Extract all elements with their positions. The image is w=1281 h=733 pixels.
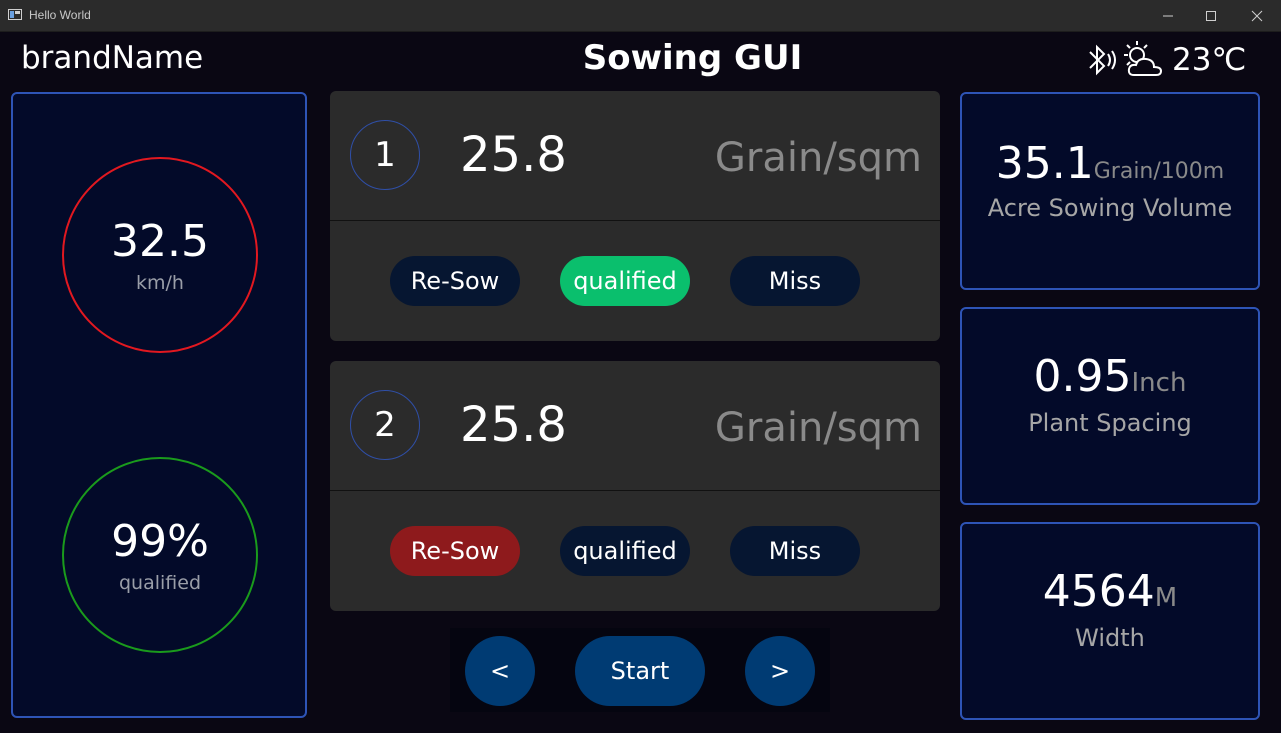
partly-cloudy-icon	[1124, 41, 1163, 76]
stat-card-plant-spacing: 0.95Inch Plant Spacing	[960, 307, 1260, 505]
close-icon	[1251, 10, 1263, 21]
card-divider	[330, 490, 940, 491]
start-button[interactable]: Start	[575, 636, 705, 706]
row-rate-value: 25.8	[460, 397, 567, 453]
status-area: 23℃	[1080, 38, 1246, 82]
stat-value: 35.1	[995, 138, 1094, 189]
brand-name: brandName	[21, 40, 204, 76]
sow-row-card-1: 1 25.8 Grain/sqm Re-Sow qualified Miss	[330, 91, 940, 341]
sow-row-card-2: 2 25.8 Grain/sqm Re-Sow qualified Miss	[330, 361, 940, 611]
qualified-button[interactable]: qualified	[560, 256, 690, 306]
left-gauge-panel: 32.5 km/h 99% qualified	[11, 92, 307, 718]
temperature-readout: 23℃	[1172, 42, 1247, 78]
quality-value: 99%	[111, 516, 209, 567]
minimize-icon	[1163, 15, 1173, 16]
next-button[interactable]: >	[745, 636, 815, 706]
stat-unit: Inch	[1131, 368, 1187, 398]
stat-unit: Grain/100m	[1093, 159, 1225, 184]
stat-value: 4564	[1042, 566, 1155, 617]
resow-button[interactable]: Re-Sow	[390, 526, 520, 576]
row-index-badge: 1	[350, 120, 420, 190]
stat-card-sowing-volume: 35.1Grain/100m Acre Sowing Volume	[960, 92, 1260, 290]
stat-label: Width	[1075, 624, 1145, 652]
row-rate-unit: Grain/sqm	[714, 405, 922, 451]
quality-gauge: 99% qualified	[62, 457, 258, 653]
quality-unit: qualified	[118, 572, 202, 594]
minimize-button[interactable]	[1145, 0, 1191, 31]
row-rate-unit: Grain/sqm	[714, 135, 922, 181]
card-divider	[330, 220, 940, 221]
speed-gauge: 32.5 km/h	[62, 157, 258, 353]
qualified-button[interactable]: qualified	[560, 526, 690, 576]
stat-unit: M	[1154, 583, 1178, 613]
speed-value: 32.5	[111, 216, 209, 267]
previous-button[interactable]: <	[465, 636, 535, 706]
window-title: Hello World	[29, 8, 91, 22]
stat-value: 0.95	[1033, 351, 1132, 402]
row-index-badge: 2	[350, 390, 420, 460]
app-title: Sowing GUI	[582, 38, 803, 78]
miss-button[interactable]: Miss	[730, 256, 860, 306]
resow-button[interactable]: Re-Sow	[390, 256, 520, 306]
stat-label: Plant Spacing	[1028, 409, 1192, 437]
close-button[interactable]	[1234, 0, 1280, 31]
stat-card-width: 4564M Width	[960, 522, 1260, 720]
miss-button[interactable]: Miss	[730, 526, 860, 576]
bluetooth-icon[interactable]	[1080, 40, 1120, 80]
stat-label: Acre Sowing Volume	[987, 194, 1233, 222]
maximize-button[interactable]	[1188, 0, 1234, 31]
app-icon	[8, 9, 22, 20]
window-titlebar: Hello World	[0, 0, 1281, 32]
maximize-icon	[1206, 10, 1216, 21]
row-rate-value: 25.8	[460, 127, 567, 183]
speed-unit: km/h	[136, 272, 184, 294]
